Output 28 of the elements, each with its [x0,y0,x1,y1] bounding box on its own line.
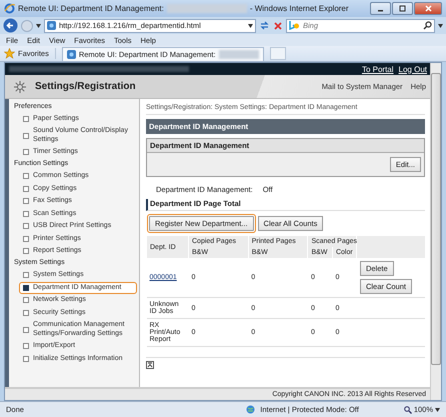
scrollbar[interactable] [430,63,441,400]
site-icon [66,50,76,58]
window-title: Remote UI: Department ID Management: [18,4,164,13]
refresh-icon[interactable] [259,20,270,31]
header-link[interactable]: To Portal [362,64,394,74]
window-title-suffix: - Windows Internet Explorer [250,4,349,13]
minimize-button[interactable] [370,2,391,15]
search-engine-logo-icon [289,21,300,30]
stop-icon[interactable] [273,20,283,30]
dropdown-icon [435,408,440,412]
search-icon[interactable] [423,21,432,30]
browser-logo-icon [4,3,15,14]
close-icon [424,5,432,12]
header-link[interactable]: Log Out [398,64,427,74]
globe-icon [246,405,256,414]
dropdown-icon [248,24,253,28]
gear-icon [13,80,27,94]
dropdown-icon [438,24,443,28]
back-icon[interactable] [3,18,18,33]
star-icon [4,48,15,59]
page-title: Settings/Registration [35,81,136,92]
maximize-icon [399,5,406,12]
close-button[interactable] [414,2,442,15]
maximize-button[interactable] [392,2,413,15]
dropdown-icon [36,24,41,28]
scroll-to-top-icon[interactable] [146,361,154,369]
site-icon [47,21,56,30]
magnifier-icon [404,406,412,414]
